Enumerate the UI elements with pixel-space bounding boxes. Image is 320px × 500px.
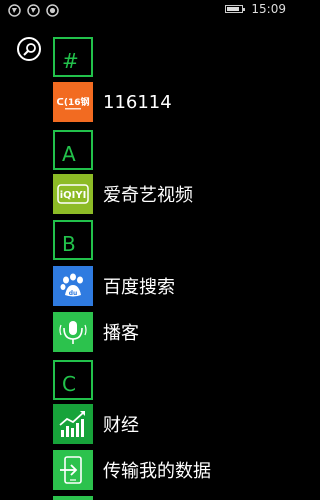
group-letter: C: [62, 372, 76, 396]
group-letter: B: [62, 232, 76, 256]
svg-text:ᑕ(16钢: ᑕ(16钢: [57, 96, 90, 108]
app-name: 财经: [103, 415, 139, 436]
status-bar: 15:09: [0, 0, 300, 22]
app-name: 116114: [103, 91, 172, 113]
app-name: 百度搜索: [103, 277, 175, 298]
notification-icon: [27, 4, 40, 17]
group-letter: #: [62, 49, 79, 73]
116114-logo-icon: ᑕ(16钢: [53, 82, 93, 122]
group-header-hash[interactable]: #: [53, 37, 93, 77]
group-letter: A: [62, 142, 76, 166]
notification-icons: [8, 4, 59, 17]
baidu-paw-icon: du: [53, 266, 93, 306]
group-header-a[interactable]: A: [53, 130, 93, 170]
svg-text:iQIYI: iQIYI: [60, 190, 87, 201]
app-name: 传输我的数据: [103, 461, 211, 482]
podcast-microphone-icon: [53, 312, 93, 352]
notification-icon: [8, 4, 21, 17]
group-header-b[interactable]: B: [53, 220, 93, 260]
search-icon: [23, 43, 36, 56]
clock: 15:09: [251, 2, 286, 16]
record-icon: [46, 4, 59, 17]
battery-icon: [225, 5, 246, 13]
finance-chart-icon: [53, 404, 93, 444]
iqiyi-logo-icon: iQIYI: [53, 174, 93, 214]
app-item-116114[interactable]: ᑕ(16钢 116114: [53, 82, 300, 122]
app-name: 爱奇艺视频: [103, 185, 193, 206]
app-item-finance[interactable]: 财经: [53, 404, 300, 444]
app-item-transfer-my-data[interactable]: 传输我的数据: [53, 450, 300, 490]
app-item-baidu-search[interactable]: du 百度搜索: [53, 266, 300, 306]
search-button[interactable]: [17, 37, 41, 61]
app-item-podcast[interactable]: 播客: [53, 312, 300, 352]
next-app-tile-partial: [53, 496, 93, 500]
group-header-c[interactable]: C: [53, 360, 93, 400]
svg-text:du: du: [69, 290, 78, 297]
app-name: 播客: [103, 323, 139, 344]
app-item-iqiyi[interactable]: iQIYI 爱奇艺视频: [53, 174, 300, 214]
phone-transfer-icon: [53, 450, 93, 490]
status-right: 15:09: [225, 2, 286, 16]
